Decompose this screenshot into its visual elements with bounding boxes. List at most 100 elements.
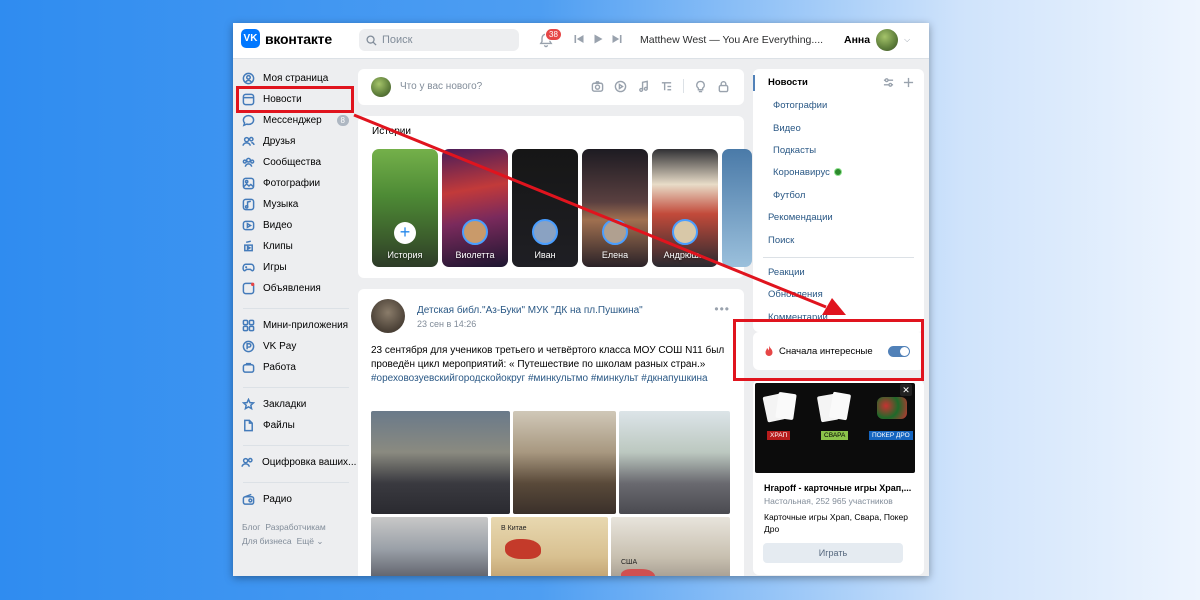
ad-title[interactable]: Hrapoff - карточные игры Храп,...	[764, 483, 911, 493]
lock-icon[interactable]	[717, 80, 730, 93]
story-card[interactable]: + История	[372, 149, 438, 267]
article-icon[interactable]	[660, 80, 673, 93]
filter-coronavirus[interactable]: Коронавирус	[773, 167, 842, 178]
active-indicator	[753, 75, 755, 91]
sidebar-item-clips[interactable]: Клипы	[237, 236, 355, 257]
story-card[interactable]: Елена	[582, 149, 648, 267]
author-avatar[interactable]	[371, 299, 405, 333]
sidebar-item-files[interactable]: Файлы	[237, 415, 355, 436]
sidebar-item-digitize[interactable]: Оцифровка ваших...	[237, 452, 356, 473]
filter-reactions[interactable]: Реакции	[768, 267, 805, 278]
add-story-icon: +	[394, 222, 416, 244]
banner-label: ПОКЕР ДРО	[869, 431, 913, 440]
play-icon[interactable]	[593, 34, 603, 44]
sidebar-item-music[interactable]: Музыка	[237, 194, 355, 215]
sidebar-item-friends[interactable]: Друзья	[237, 131, 355, 152]
story-avatar	[672, 219, 698, 245]
photo-caption: В Китае	[501, 525, 527, 532]
post-photo[interactable]	[371, 517, 488, 576]
post-composer[interactable]: Что у вас нового?	[358, 69, 744, 105]
files-icon	[241, 419, 255, 433]
story-name: Виолетта	[455, 250, 495, 260]
filter-news[interactable]: Новости	[768, 77, 808, 88]
music-icon[interactable]	[637, 80, 650, 93]
sidebar-item-label: Сообщества	[263, 157, 322, 168]
sidebar-item-photos[interactable]: Фотографии	[237, 173, 355, 194]
story-card[interactable]	[722, 149, 752, 267]
stories-panel: Истории + История Виолетта Иван Елена Ан…	[358, 116, 752, 278]
ads-icon	[241, 282, 255, 296]
footer-link-business[interactable]: Для бизнеса	[242, 536, 292, 546]
close-icon[interactable]: ✕	[900, 384, 912, 396]
next-icon[interactable]	[612, 34, 622, 44]
sidebar-item-work[interactable]: Работа	[237, 357, 355, 378]
sidebar-item-vk-pay[interactable]: VK Pay	[237, 336, 355, 357]
post-photo[interactable]	[513, 411, 616, 514]
post-photo[interactable]	[371, 411, 510, 514]
footer-link-developers[interactable]: Разработчикам	[265, 522, 325, 532]
card-heart	[775, 391, 797, 421]
post-hashtags[interactable]: #ореховозуевскийгородскойокруг #минкульт…	[371, 372, 731, 386]
sidebar-item-label: Файлы	[263, 420, 295, 431]
sidebar-item-label: Радио	[263, 494, 292, 505]
filter-podcasts[interactable]: Подкасты	[773, 145, 816, 156]
filter-search[interactable]: Поиск	[768, 235, 794, 246]
search-box[interactable]	[359, 29, 519, 51]
story-avatar	[532, 219, 558, 245]
footer-link-blog[interactable]: Блог	[242, 522, 260, 532]
vk-logo-icon: VK	[241, 29, 260, 48]
vk-logo[interactable]: VK вконтакте	[241, 29, 332, 48]
filter-recommendations[interactable]: Рекомендации	[768, 212, 833, 223]
search-input[interactable]	[382, 34, 502, 46]
vk-logo-text: вконтакте	[265, 30, 332, 47]
sidebar-item-radio[interactable]: Радио	[237, 489, 355, 510]
settings-sliders-icon[interactable]	[883, 77, 894, 88]
post-photo[interactable]	[619, 411, 730, 514]
story-name: Иван	[534, 250, 556, 260]
play-button[interactable]: Играть	[763, 543, 903, 563]
photo-icon	[241, 177, 255, 191]
story-card[interactable]: Андрюш...	[652, 149, 718, 267]
ad-card: ХРАП СВАРА ПОКЕР ДРО ✕ Hrapoff - карточн…	[753, 380, 924, 575]
sidebar-item-games[interactable]: Игры	[237, 257, 355, 278]
sidebar-divider	[243, 436, 349, 446]
sidebar-item-ads[interactable]: Объявления	[237, 278, 355, 299]
user-avatar	[876, 29, 899, 51]
composer-placeholder[interactable]: Что у вас нового?	[400, 81, 482, 92]
post-date[interactable]: 23 сен в 14:26	[417, 319, 476, 329]
plus-icon[interactable]	[903, 77, 914, 88]
story-name: Елена	[601, 250, 629, 260]
filter-photos[interactable]: Фотографии	[773, 100, 827, 111]
more-options-icon[interactable]: •••	[714, 302, 730, 316]
camera-icon[interactable]	[591, 80, 604, 93]
sidebar-item-label: Закладки	[263, 399, 307, 410]
music-icon	[241, 198, 255, 212]
ad-description: Карточные игры Храп, Свара, Покер Дро	[764, 512, 908, 534]
post-photo[interactable]: США	[611, 517, 730, 576]
filter-updates[interactable]: Обновления	[768, 289, 823, 300]
sidebar-item-messenger[interactable]: Мессенджер 8	[237, 110, 355, 131]
now-playing-track[interactable]: Matthew West — You Are Everything....	[640, 34, 823, 46]
video-icon	[241, 219, 255, 233]
user-icon	[241, 72, 255, 86]
footer-link-more[interactable]: Ещё ⌄	[297, 536, 324, 546]
post-photo[interactable]: В Китае	[491, 517, 608, 576]
lightbulb-icon[interactable]	[694, 80, 707, 93]
post-author[interactable]: Детская библ."Аз-Буки" МУК "ДК на пл.Пуш…	[417, 305, 643, 316]
story-avatar	[602, 219, 628, 245]
stories-title: Истории	[372, 126, 411, 137]
sidebar-item-video[interactable]: Видео	[237, 215, 355, 236]
filter-video[interactable]: Видео	[773, 123, 801, 134]
sidebar-item-mini-apps[interactable]: Мини-приложения	[237, 315, 355, 336]
sidebar-item-bookmarks[interactable]: Закладки	[237, 394, 355, 415]
ad-banner[interactable]: ХРАП СВАРА ПОКЕР ДРО	[755, 383, 915, 473]
prev-icon[interactable]	[574, 34, 584, 44]
story-card[interactable]: Иван	[512, 149, 578, 267]
filter-football[interactable]: Футбол	[773, 190, 805, 201]
friends-icon	[241, 135, 255, 149]
sidebar-item-communities[interactable]: Сообщества	[237, 152, 355, 173]
user-menu[interactable]: Анна ⌵	[844, 29, 910, 51]
story-card[interactable]: Виолетта	[442, 149, 508, 267]
video-icon[interactable]	[614, 80, 627, 93]
ad-subtitle: Настольная, 252 965 участников	[764, 496, 893, 506]
